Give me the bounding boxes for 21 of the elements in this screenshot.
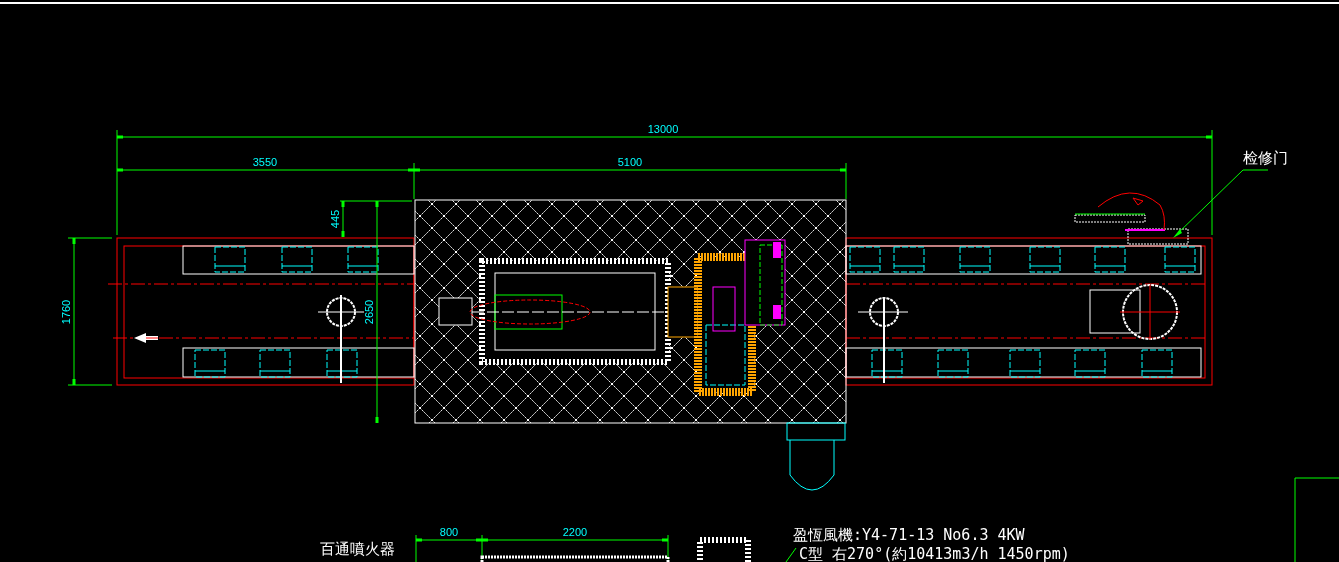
extension-line — [67, 384, 113, 386]
dimension-label: 445 — [329, 209, 341, 229]
equipment-note: C型 右270°(約10413m3/h 1450rpm) — [799, 545, 1070, 562]
callout-label: 检修门 — [1243, 149, 1288, 167]
extension-line — [481, 534, 483, 562]
equipment-note: 盈恆風機:Y4-71-13 No6.3 4KW — [793, 526, 1025, 544]
leader-line — [785, 547, 797, 562]
extension-line — [667, 534, 669, 562]
dimension-label: 800 — [439, 526, 459, 538]
dimension-label: 13000 — [647, 123, 679, 135]
dimension-label: 3550 — [252, 156, 278, 168]
dimension-label: 2200 — [562, 526, 588, 538]
dimension-label: 5100 — [617, 156, 643, 168]
blower-drawing — [786, 422, 846, 491]
extension-line — [415, 534, 417, 562]
dimension-line — [341, 200, 345, 238]
extension-line — [67, 237, 113, 239]
equipment-note: 百通噴火器 — [320, 540, 395, 558]
dimension-label: 1760 — [60, 299, 72, 325]
dimension-label: 2650 — [363, 299, 375, 325]
extension-line — [845, 162, 847, 200]
